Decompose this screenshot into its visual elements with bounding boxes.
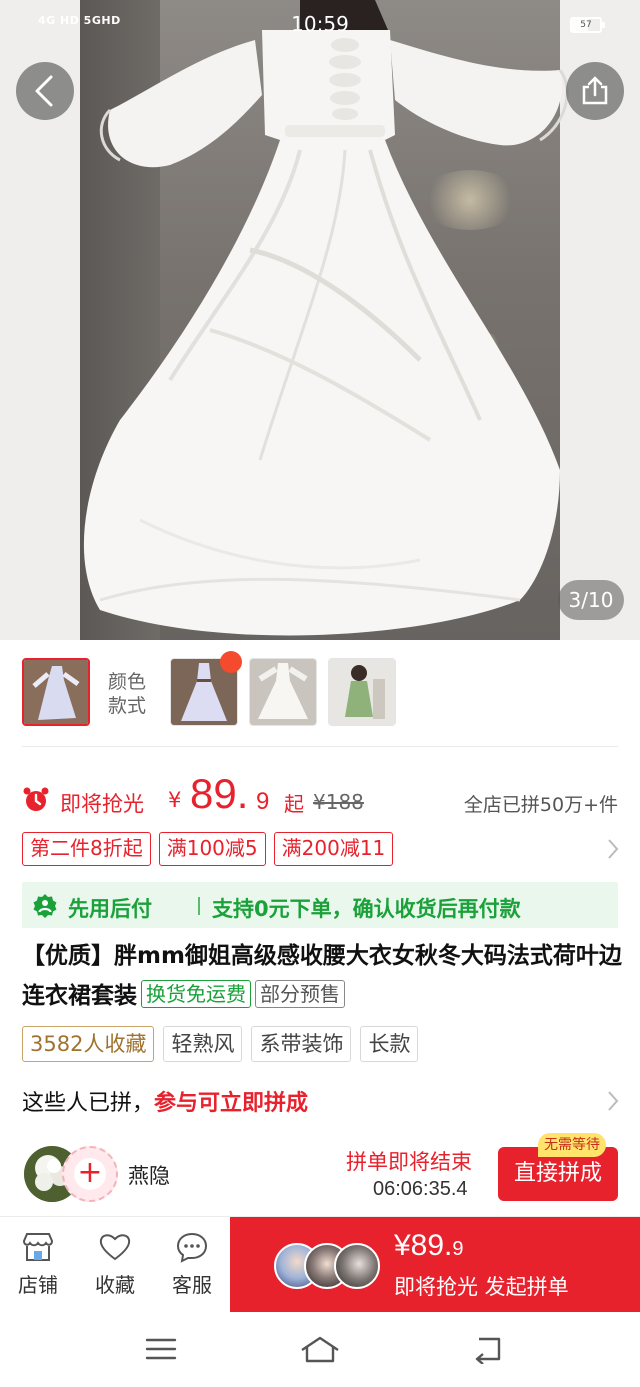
attribute-tag: 长款 bbox=[360, 1026, 419, 1062]
share-icon bbox=[582, 76, 608, 105]
share-button[interactable] bbox=[566, 62, 624, 120]
pay-later-banner[interactable]: 先用后付 支持0元下单，确认收货后再付款 bbox=[22, 882, 618, 928]
coupon-list[interactable]: 第二件8折起 满100减5 满200减11 bbox=[22, 832, 394, 866]
buyer-avatar bbox=[334, 1243, 380, 1289]
variant-thumb-selected[interactable] bbox=[22, 658, 90, 726]
favorite-label: 收藏 bbox=[95, 1273, 135, 1297]
chevron-right-icon[interactable] bbox=[606, 837, 620, 861]
pay-later-description: 支持0元下单，确认收货后再付款 bbox=[212, 897, 521, 921]
product-title: 【优质】胖mm御姐高级感收腰大衣女秋冬大码法式荷叶边连衣裙套装 换货免运费 部分预售 bbox=[22, 936, 622, 1016]
sold-count: 全店已拼50万+件 bbox=[463, 794, 618, 816]
group-ending-label: 拼单即将结束 bbox=[346, 1150, 472, 1174]
attribute-tag: 系带装饰 bbox=[251, 1026, 352, 1062]
flash-sale-label: 即将抢光 bbox=[60, 792, 144, 816]
group-buy-heading[interactable]: 这些人已拼，参与可立即拼成 bbox=[22, 1085, 308, 1117]
group-user-name: 燕隐 bbox=[128, 1164, 170, 1188]
variant-label-style: 款式 bbox=[108, 695, 147, 717]
hot-badge-icon bbox=[220, 651, 242, 673]
price-suffix: 起 bbox=[284, 792, 304, 816]
favorite-button[interactable]: 收藏 bbox=[83, 1231, 147, 1298]
variant-image bbox=[24, 660, 88, 724]
join-slot-avatar[interactable]: + bbox=[62, 1146, 118, 1202]
variant-label-color: 颜色 bbox=[108, 671, 147, 693]
presale-tag: 部分预售 bbox=[255, 980, 345, 1008]
variant-thumb-4[interactable] bbox=[328, 658, 396, 726]
store-button[interactable]: 店铺 bbox=[6, 1231, 70, 1298]
chat-icon bbox=[176, 1232, 208, 1263]
alarm-clock-icon bbox=[23, 787, 49, 811]
buyer-avatars bbox=[274, 1243, 384, 1289]
pay-later-title: 先用后付 bbox=[68, 897, 152, 921]
price-decimal: 9 bbox=[256, 788, 270, 815]
buy-price-integer: ¥89. bbox=[394, 1229, 453, 1262]
currency-symbol: ¥ bbox=[168, 788, 182, 812]
variant-image bbox=[329, 659, 395, 725]
back-nav-icon[interactable] bbox=[470, 1334, 506, 1364]
home-icon[interactable] bbox=[298, 1334, 342, 1364]
buy-price: ¥89.9 bbox=[394, 1229, 464, 1263]
no-wait-badge: 无需等待 bbox=[538, 1133, 606, 1157]
customer-service-button[interactable]: 客服 bbox=[160, 1231, 224, 1298]
menu-icon[interactable] bbox=[144, 1334, 178, 1364]
start-group-buy-button[interactable]: ¥89.9 即将抢光 发起拼单 bbox=[230, 1217, 640, 1313]
heart-icon bbox=[99, 1234, 131, 1261]
back-button[interactable] bbox=[16, 62, 74, 120]
price-integer: 89. bbox=[190, 770, 249, 817]
group-buy-heading-text: 这些人已拼， bbox=[22, 1091, 155, 1116]
buy-price-decimal: 9 bbox=[452, 1238, 464, 1260]
price-row: 即将抢光 ¥ 89. 9 起 ¥188 全店已拼50万+件 bbox=[0, 770, 640, 820]
white-dress-photo bbox=[83, 0, 569, 636]
status-bar: 4G HD 5GHD 10:59 57 bbox=[0, 0, 640, 52]
group-countdown: 06:06:35.4 bbox=[373, 1178, 468, 1200]
battery-icon: 57 bbox=[570, 17, 605, 33]
system-navigation-bar bbox=[0, 1312, 640, 1387]
original-price: ¥188 bbox=[313, 790, 364, 814]
product-image-gallery[interactable]: 4G HD 5GHD 10:59 57 3/10 bbox=[0, 0, 640, 640]
pay-later-badge-icon bbox=[33, 894, 57, 918]
plus-icon: + bbox=[74, 1158, 106, 1190]
variant-label: 颜色 款式 bbox=[108, 670, 146, 718]
attribute-tags: 3582人收藏 轻熟风 系带装饰 长款 bbox=[22, 1026, 419, 1062]
store-icon bbox=[22, 1233, 54, 1261]
bottom-action-bar: 店铺 收藏 客服 ¥89.9 即将抢光 发起拼单 bbox=[0, 1216, 640, 1313]
variant-image bbox=[250, 659, 316, 725]
divider bbox=[22, 746, 618, 747]
group-buy-highlight: 参与可立即拼成 bbox=[154, 1091, 309, 1116]
coupon-tag[interactable]: 满100减5 bbox=[158, 832, 266, 866]
variant-thumb-3[interactable] bbox=[249, 658, 317, 726]
coupon-tag[interactable]: 满200减11 bbox=[273, 832, 394, 866]
variant-selector: 颜色 款式 bbox=[0, 640, 640, 746]
coupon-tag[interactable]: 第二件8折起 bbox=[22, 832, 151, 866]
image-counter: 3/10 bbox=[558, 580, 624, 620]
store-label: 店铺 bbox=[18, 1273, 58, 1297]
customer-service-label: 客服 bbox=[172, 1273, 212, 1297]
buy-label: 即将抢光 发起拼单 bbox=[394, 1275, 569, 1299]
attribute-tag: 轻熟风 bbox=[163, 1026, 243, 1062]
chevron-right-icon[interactable] bbox=[606, 1089, 620, 1113]
clock: 10:59 bbox=[291, 12, 349, 36]
chevron-left-icon bbox=[35, 75, 53, 107]
free-return-tag: 换货免运费 bbox=[141, 980, 251, 1008]
favorites-count-tag: 3582人收藏 bbox=[22, 1026, 155, 1062]
battery-percent: 57 bbox=[580, 20, 592, 30]
pay-later-separator bbox=[198, 897, 200, 915]
